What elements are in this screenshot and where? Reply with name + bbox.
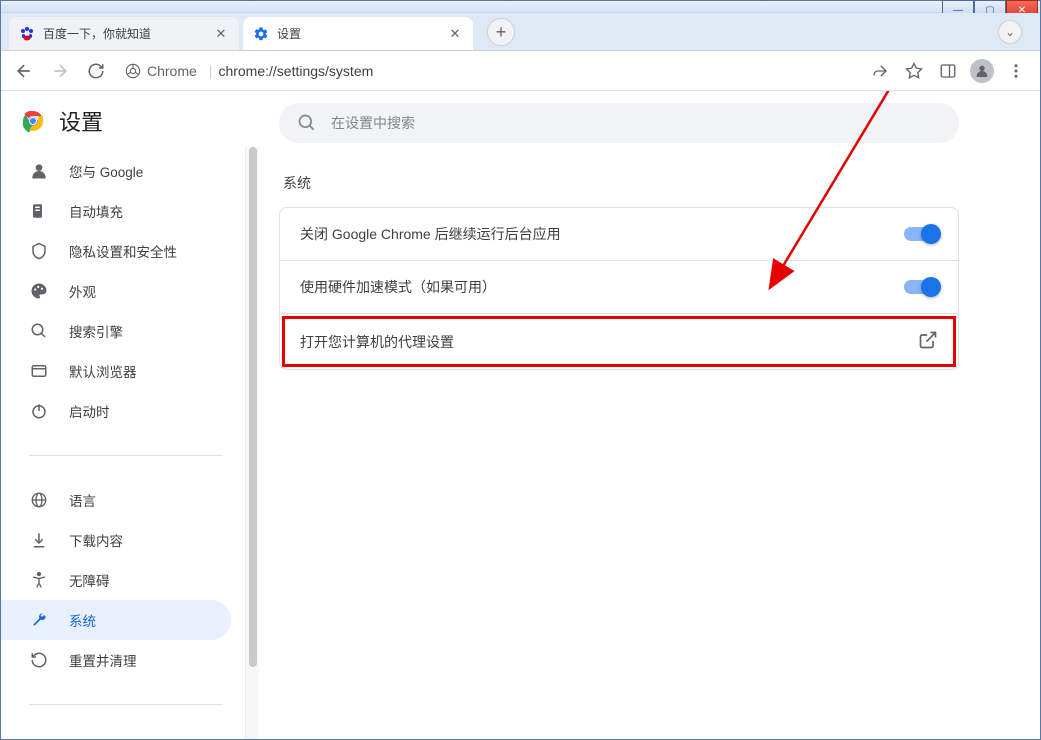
sidebar-item-you-and-google[interactable]: 您与 Google xyxy=(1,151,231,191)
autofill-icon xyxy=(29,201,49,221)
tab-baidu[interactable]: 百度一下，你就知道 ✕ xyxy=(9,17,239,50)
sidebar-item-startup[interactable]: 启动时 xyxy=(1,391,231,431)
tab-strip: 百度一下，你就知道 ✕ 设置 ✕ + ⌄ xyxy=(1,13,1040,51)
tab-close-button[interactable]: ✕ xyxy=(213,26,229,42)
baidu-favicon-icon xyxy=(19,26,35,42)
sidebar-item-label: 无障碍 xyxy=(69,570,110,590)
sidebar-item-extensions[interactable]: 扩展程序 xyxy=(1,729,231,739)
toggle-background-apps[interactable] xyxy=(904,227,938,241)
reset-icon xyxy=(29,650,49,670)
url-toolbar: Chrome | chrome://settings/system xyxy=(1,51,1040,91)
power-icon xyxy=(29,401,49,421)
sidebar-item-search[interactable]: 搜索引擎 xyxy=(1,311,231,351)
sidebar-item-label: 重置并清理 xyxy=(69,650,137,670)
sidebar-item-autofill[interactable]: 自动填充 xyxy=(1,191,231,231)
back-button[interactable] xyxy=(9,56,39,86)
sidebar-item-label: 自动填充 xyxy=(69,201,123,221)
settings-card-system: 关闭 Google Chrome 后继续运行后台应用 使用硬件加速模式（如果可用… xyxy=(279,207,959,370)
sidebar-scrollbar[interactable] xyxy=(245,147,259,739)
setting-row-background-apps: 关闭 Google Chrome 后继续运行后台应用 xyxy=(280,208,958,261)
setting-label: 打开您计算机的代理设置 xyxy=(300,332,454,352)
open-external-icon xyxy=(918,330,938,353)
wrench-icon xyxy=(29,610,49,630)
bookmark-button[interactable] xyxy=(902,59,926,83)
site-info-button[interactable]: Chrome xyxy=(125,63,197,79)
scroll-thumb[interactable] xyxy=(249,147,257,667)
main-menu-button[interactable] xyxy=(1004,59,1028,83)
toggle-hardware-accel[interactable] xyxy=(904,280,938,294)
setting-row-hardware-accel: 使用硬件加速模式（如果可用） xyxy=(280,261,958,314)
settings-sidebar: 设置 您与 Google 自动填充 隐私设置和安全性 外观 搜索引擎 xyxy=(1,91,259,739)
sidebar-item-privacy[interactable]: 隐私设置和安全性 xyxy=(1,231,231,271)
sidebar-item-label: 您与 Google xyxy=(69,161,143,181)
tabs-dropdown-button[interactable]: ⌄ xyxy=(998,20,1022,44)
window-titlebar: — ▢ ✕ xyxy=(1,1,1040,13)
sidebar-item-label: 下载内容 xyxy=(69,530,123,550)
tab-settings[interactable]: 设置 ✕ xyxy=(243,17,473,50)
site-info-label: Chrome xyxy=(147,63,197,79)
share-button[interactable] xyxy=(868,59,892,83)
setting-row-proxy[interactable]: 打开您计算机的代理设置 xyxy=(280,314,958,369)
browser-icon xyxy=(29,361,49,381)
globe-icon xyxy=(29,490,49,510)
sidebar-item-reset[interactable]: 重置并清理 xyxy=(1,640,231,680)
side-panel-button[interactable] xyxy=(936,59,960,83)
profile-avatar-button[interactable] xyxy=(970,59,994,83)
sidebar-item-language[interactable]: 语言 xyxy=(1,480,231,520)
settings-header: 设置 xyxy=(1,91,245,151)
forward-button[interactable] xyxy=(45,56,75,86)
sidebar-item-label: 隐私设置和安全性 xyxy=(69,241,177,261)
new-tab-button[interactable]: + xyxy=(487,18,515,46)
settings-main: 在设置中搜索 系统 关闭 Google Chrome 后继续运行后台应用 使用硬… xyxy=(259,91,1040,739)
sidebar-item-system[interactable]: 系统 xyxy=(1,600,231,640)
url-divider: | xyxy=(209,63,213,79)
reload-button[interactable] xyxy=(81,56,111,86)
sidebar-item-label: 外观 xyxy=(69,281,96,301)
sidebar-item-accessibility[interactable]: 无障碍 xyxy=(1,560,231,600)
setting-label: 关闭 Google Chrome 后继续运行后台应用 xyxy=(300,224,561,244)
sidebar-item-label: 启动时 xyxy=(69,401,110,421)
download-icon xyxy=(29,530,49,550)
tab-title: 百度一下，你就知道 xyxy=(43,25,213,42)
setting-label: 使用硬件加速模式（如果可用） xyxy=(300,277,496,297)
sidebar-item-appearance[interactable]: 外观 xyxy=(1,271,231,311)
settings-favicon-icon xyxy=(253,26,269,42)
sidebar-item-label: 系统 xyxy=(69,610,96,630)
sidebar-item-label: 搜索引擎 xyxy=(69,321,123,341)
url-text: chrome://settings/system xyxy=(218,63,373,79)
content-area: 设置 您与 Google 自动填充 隐私设置和安全性 外观 搜索引擎 xyxy=(1,91,1040,739)
person-icon xyxy=(29,161,49,181)
settings-search[interactable]: 在设置中搜索 xyxy=(279,103,959,143)
accessibility-icon xyxy=(29,570,49,590)
chrome-logo-icon xyxy=(21,109,45,133)
sidebar-item-label: 默认浏览器 xyxy=(69,361,137,381)
search-icon xyxy=(297,113,317,133)
search-placeholder: 在设置中搜索 xyxy=(331,113,415,133)
search-icon xyxy=(29,321,49,341)
page-title: 设置 xyxy=(59,105,103,137)
sidebar-item-default-browser[interactable]: 默认浏览器 xyxy=(1,351,231,391)
sidebar-item-downloads[interactable]: 下载内容 xyxy=(1,520,231,560)
toolbar-right-icons xyxy=(868,59,1028,83)
tab-close-button[interactable]: ✕ xyxy=(447,26,463,42)
address-bar[interactable]: Chrome | chrome://settings/system xyxy=(117,56,862,86)
sidebar-item-label: 语言 xyxy=(69,490,96,510)
tab-title: 设置 xyxy=(277,25,447,42)
shield-icon xyxy=(29,241,49,261)
palette-icon xyxy=(29,281,49,301)
chrome-icon xyxy=(125,63,141,79)
chrome-window: — ▢ ✕ 百度一下，你就知道 ✕ 设置 ✕ + ⌄ xyxy=(0,0,1041,740)
section-title: 系统 xyxy=(283,173,1000,193)
sidebar-divider xyxy=(29,704,223,705)
sidebar-divider xyxy=(29,455,223,456)
